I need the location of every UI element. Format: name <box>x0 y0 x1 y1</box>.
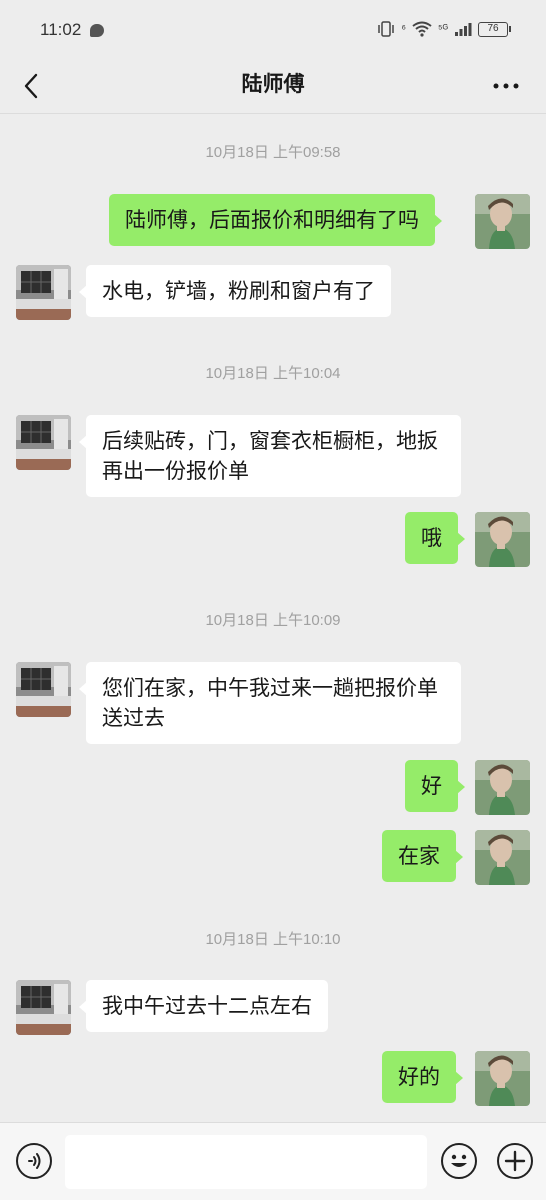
voice-button[interactable] <box>16 1143 52 1179</box>
received-message-bubble[interactable]: 水电，铲墙，粉刷和窗户有了 <box>79 265 391 317</box>
chat-title: 陆师傅 <box>241 72 305 96</box>
status-bar: 11:02 ⁶ ⁵ᴳ 76 <box>0 0 546 60</box>
emoji-button[interactable] <box>441 1143 477 1179</box>
status-time: 11:02 <box>40 20 82 39</box>
message-timestamp: 10月18日 上午09:58 <box>205 144 341 161</box>
more-dots-icon <box>493 83 519 89</box>
sent-message-bubble[interactable]: 好 <box>405 760 465 812</box>
more-button[interactable] <box>488 66 524 106</box>
user-avatar-image <box>475 1051 530 1106</box>
contact-avatar-image <box>16 265 71 320</box>
user-avatar-image <box>475 194 530 249</box>
received-message-bubble[interactable]: 后续贴砖，门，窗套衣柜橱柜，地扳再出一份报价单 <box>79 415 461 497</box>
message-notification-icon <box>90 24 104 37</box>
my-avatar[interactable] <box>475 760 530 815</box>
my-avatar[interactable] <box>475 1051 530 1106</box>
my-avatar[interactable] <box>475 194 530 249</box>
battery-icon: 76 <box>478 21 511 37</box>
signal-icon <box>455 23 472 36</box>
sent-message-bubble[interactable]: 好的 <box>382 1051 463 1103</box>
message-input[interactable] <box>65 1135 427 1189</box>
sent-message-bubble[interactable]: 哦 <box>405 512 465 564</box>
received-message-bubble[interactable]: 您们在家，中午我过来一趟把报价单送过去 <box>79 662 461 744</box>
message-timestamp: 10月18日 上午10:10 <box>205 931 341 948</box>
contact-avatar[interactable] <box>16 980 71 1035</box>
contact-avatar-image <box>16 662 71 717</box>
plus-button[interactable] <box>497 1143 533 1179</box>
sent-message-bubble[interactable]: 在家 <box>382 830 463 882</box>
my-avatar[interactable] <box>475 512 530 567</box>
user-avatar-image <box>475 512 530 567</box>
vibrate-icon <box>378 21 395 37</box>
contact-avatar-image <box>16 415 71 470</box>
status-icons: ⁶ ⁵ᴳ 76 <box>377 20 511 38</box>
network-label-cell: ⁵ᴳ <box>437 23 448 35</box>
message-timestamp: 10月18日 上午10:04 <box>205 365 341 382</box>
message-timestamp: 10月18日 上午10:09 <box>205 612 341 629</box>
sent-message-bubble[interactable]: 陆师傅，后面报价和明细有了吗 <box>109 194 442 246</box>
my-avatar[interactable] <box>475 830 530 885</box>
chat-header: 陆师傅 <box>0 60 546 114</box>
wifi-icon <box>412 21 432 37</box>
plus-icon <box>504 1150 526 1172</box>
voice-icon <box>28 1153 41 1169</box>
contact-avatar[interactable] <box>16 265 71 320</box>
network-label-wifi: ⁶ <box>401 23 406 35</box>
emoji-icon <box>451 1154 467 1167</box>
received-message-bubble[interactable]: 我中午过去十二点左右 <box>79 980 328 1032</box>
input-bar <box>0 1122 546 1200</box>
user-avatar-image <box>475 830 530 885</box>
user-avatar-image <box>475 760 530 815</box>
contact-avatar[interactable] <box>16 662 71 717</box>
contact-avatar[interactable] <box>16 415 71 470</box>
contact-avatar-image <box>16 980 71 1035</box>
